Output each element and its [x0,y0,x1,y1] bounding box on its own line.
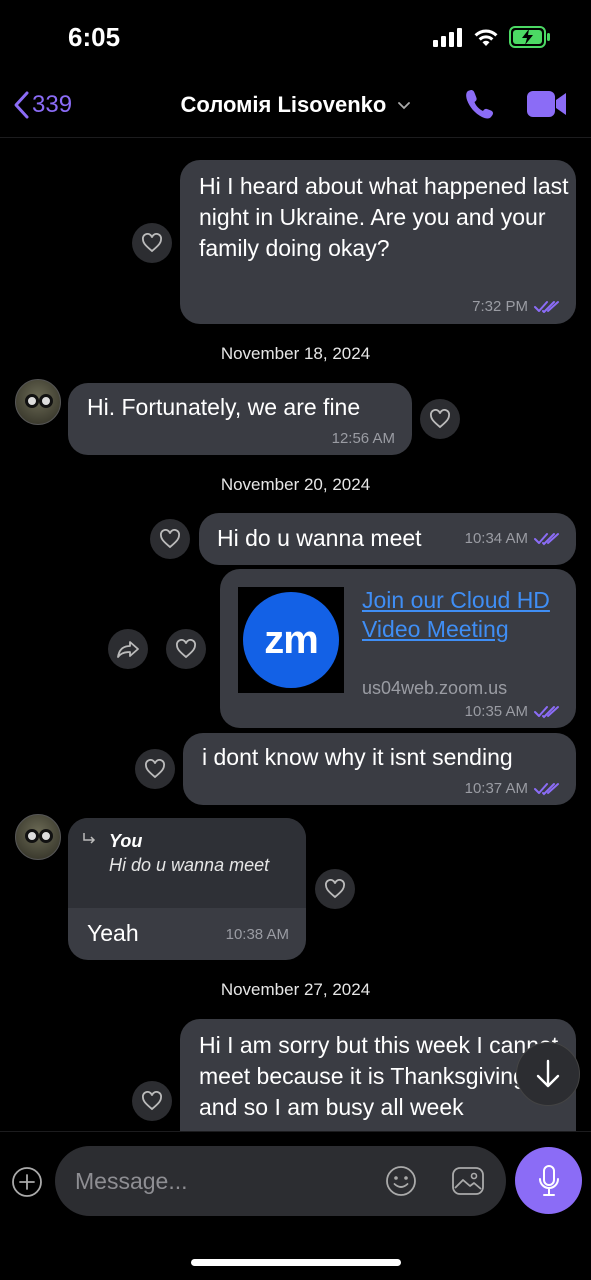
emoji-button[interactable] [385,1165,417,1202]
message-meta: 12:56 AM [332,430,395,447]
double-check-icon [534,782,559,795]
cellular-signal-icon [433,28,462,47]
outgoing-message[interactable]: i dont know why it isnt sending 10:37 AM [183,733,576,805]
battery-charging-icon [509,26,550,48]
image-icon [452,1167,484,1195]
heart-icon [160,529,180,549]
chat-header: 339 Соломія Lisovenko [0,80,591,138]
zoom-logo: zm [243,592,339,688]
arrow-down-icon [536,1059,560,1088]
message-time: 10:38 AM [225,926,289,943]
chevron-down-icon [398,102,411,110]
message-time: 10:35 AM [464,703,528,720]
reply-author: You [109,831,143,851]
message-meta: 10:35 AM [465,703,560,720]
heart-icon [325,879,345,899]
contact-name: Соломія Lisovenko [180,92,387,117]
message-text: Yeah [87,920,139,946]
link-preview-message[interactable]: zm Join our Cloud HD Video Meeting us04w… [220,569,576,728]
status-bar: 6:05 [0,0,591,80]
incoming-reply-message[interactable]: You Hi do u wanna meet Yeah 10:38 AM [68,818,306,960]
contact-avatar[interactable] [15,814,61,860]
react-heart-button[interactable] [132,223,172,263]
react-heart-button[interactable] [166,629,206,669]
incoming-message[interactable]: Hi. Fortunately, we are fine 12:56 AM [68,383,412,455]
date-separator: November 20, 2024 [220,475,371,494]
message-composer [0,1131,591,1280]
message-text: Hi. Fortunately, we are fine [87,394,361,420]
date-separator: November 18, 2024 [220,344,371,363]
link-domain: us04web.zoom.us [362,678,508,698]
react-heart-button[interactable] [315,869,355,909]
react-heart-button[interactable] [420,399,460,439]
link-thumbnail: zm [238,587,344,693]
reply-quote: Hi do u wanna meet [109,855,270,875]
message-meta: 10:34 AM [465,530,560,547]
home-indicator [191,1259,401,1266]
date-separator: November 27, 2024 [220,980,371,999]
message-meta: 10:37 AM [465,780,560,797]
contact-title[interactable]: Соломія Lisovenko [0,92,591,118]
forward-button[interactable] [108,629,148,669]
video-camera-icon [527,91,566,117]
share-arrow-icon [117,641,139,658]
double-check-icon [534,705,559,718]
heart-icon [142,1091,162,1111]
voice-message-button[interactable] [515,1147,582,1214]
message-text: Hi do u wanna meet [217,525,422,551]
gallery-button[interactable] [451,1165,485,1202]
heart-icon [142,233,162,253]
message-time: 7:32 PM [472,298,528,315]
react-heart-button[interactable] [132,1081,172,1121]
heart-icon [176,639,196,659]
message-list[interactable]: Hi I heard about what happened last nigh… [0,139,591,1131]
reply-arrow-icon [83,833,96,844]
attach-button[interactable] [11,1166,43,1203]
message-text: Hi I heard about what happened last nigh… [199,173,569,261]
message-meta: 10:38 AM [226,926,289,943]
voice-call-button[interactable] [464,88,494,125]
plus-circle-icon [12,1167,42,1197]
message-input[interactable] [75,1164,375,1198]
message-time: 10:37 AM [464,780,528,797]
outgoing-message[interactable]: Hi do u wanna meet 10:34 AM [199,513,576,565]
message-input-wrapper [55,1146,506,1216]
video-call-button[interactable] [525,88,569,125]
quoted-message[interactable]: You Hi do u wanna meet [68,818,306,908]
double-check-icon [534,532,559,545]
phone-icon [466,90,493,119]
status-time: 6:05 [68,22,121,52]
message-time: 12:56 AM [331,430,395,447]
message-meta: 7:32 PM [472,298,560,315]
message-text: Hi I am sorry but this week I cannot mee… [199,1032,559,1120]
react-heart-button[interactable] [135,749,175,789]
link-title[interactable]: Join our Cloud HD Video Meeting [362,586,562,644]
scroll-to-bottom-button[interactable] [516,1042,580,1106]
wifi-icon [474,29,498,46]
contact-avatar[interactable] [15,379,61,425]
message-time: 10:34 AM [464,530,528,547]
message-text: i dont know why it isnt sending [202,744,513,770]
double-check-icon [534,300,559,313]
heart-icon [430,409,450,429]
microphone-icon [538,1164,559,1196]
smiley-icon [386,1166,416,1196]
status-icons [433,26,551,48]
outgoing-message[interactable]: Hi I heard about what happened last nigh… [180,160,576,324]
heart-icon [145,759,165,779]
react-heart-button[interactable] [150,519,190,559]
